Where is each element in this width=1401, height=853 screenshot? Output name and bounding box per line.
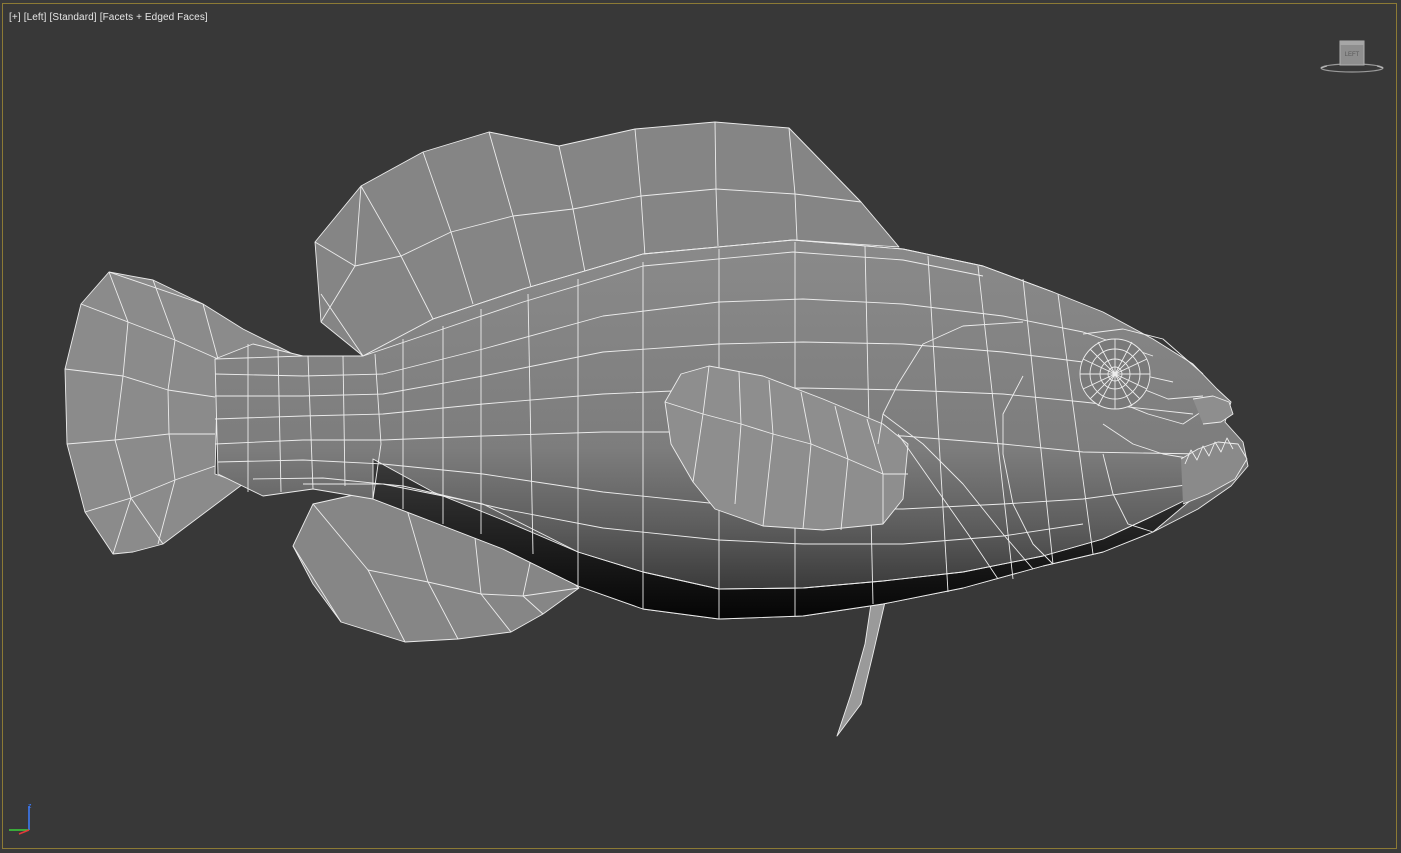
axis-tripod-icon: z bbox=[5, 800, 41, 838]
viewport-menu-plus[interactable]: [+] bbox=[9, 12, 21, 23]
viewport-left[interactable]: [+] [Left] [Standard] [Facets + Edged Faces… bbox=[2, 3, 1397, 849]
viewport-render-label[interactable]: [Standard] bbox=[50, 12, 97, 23]
eye bbox=[1079, 338, 1151, 410]
viewport-label-menu: [+] [Left] [Standard] [Facets + Edged Faces… bbox=[9, 12, 211, 23]
pelvic-fin bbox=[836, 601, 886, 737]
viewcube-face-label: LEFT bbox=[1345, 52, 1360, 58]
axis-z-label: z bbox=[28, 803, 32, 810]
fish-mesh[interactable] bbox=[3, 4, 1397, 849]
viewcube-icon[interactable]: LEFT bbox=[1319, 38, 1385, 74]
viewport-view-label[interactable]: [Left] bbox=[24, 12, 47, 23]
viewport-shading-label[interactable]: [Facets + Edged Faces] bbox=[100, 12, 208, 23]
